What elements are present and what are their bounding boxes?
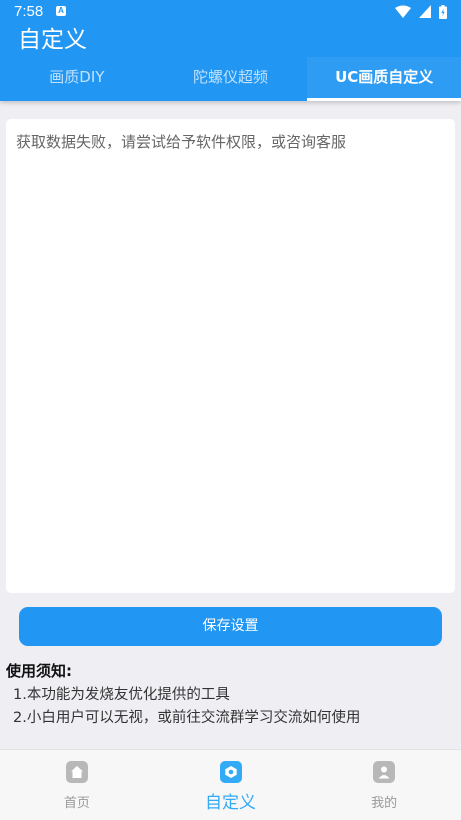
nav-label-home: 首页	[63, 796, 90, 811]
page-title: 自定义	[18, 27, 87, 53]
config-panel[interactable]: 获取数据失败，请尝试给予软件权限，或咨询客服	[6, 119, 455, 593]
notice-item: 2.小白用户可以无视，或前往交流群学习交流如何使用	[13, 710, 361, 726]
signal-icon	[418, 5, 431, 18]
bottom-nav: 首页 自定义 我的	[0, 749, 461, 820]
tab-uc-quality-custom[interactable]: UC画质自定义	[307, 57, 461, 101]
tab-bar: 画质DIY 陀螺仪超频 UC画质自定义	[0, 57, 461, 101]
status-time: 7:58	[14, 3, 44, 20]
wifi-icon	[394, 5, 411, 18]
profile-icon	[373, 761, 396, 783]
config-status-text: 获取数据失败，请尝试给予软件权限，或咨询客服	[16, 133, 347, 151]
app-header: 7:58 A 自定义 画质DIY 陀螺仪超频 UC画质自定义	[0, 0, 461, 101]
battery-icon	[439, 5, 447, 19]
customize-icon	[219, 761, 242, 783]
notice-item: 1.本功能为发烧友优化提供的工具	[13, 687, 230, 703]
nav-item-home[interactable]: 首页	[0, 750, 154, 820]
status-icons	[392, 5, 447, 19]
nav-label-profile: 我的	[371, 796, 398, 811]
tab-gyro-overclock[interactable]: 陀螺仪超频	[154, 57, 308, 101]
tab-quality-diy[interactable]: 画质DIY	[0, 57, 154, 101]
status-bar: 7:58 A	[0, 0, 461, 24]
save-settings-button[interactable]: 保存设置	[19, 607, 442, 646]
nav-item-profile[interactable]: 我的	[307, 750, 461, 820]
nav-item-customize[interactable]: 自定义	[154, 750, 308, 820]
nav-label-customize: 自定义	[205, 793, 256, 813]
home-icon	[65, 761, 88, 783]
notification-icon: A	[56, 6, 66, 16]
notice-title: 使用须知:	[6, 662, 72, 680]
